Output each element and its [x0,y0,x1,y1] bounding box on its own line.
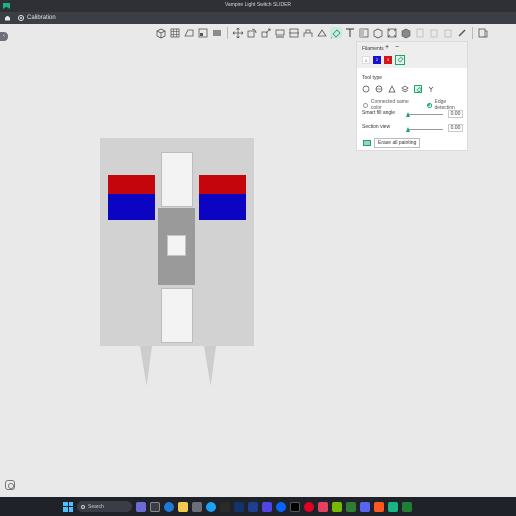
app-icon-6[interactable] [374,501,384,512]
smart-fill-angle-slider[interactable] [407,114,443,115]
task-view-icon[interactable] [150,501,160,512]
window-titlebar: Vampire Light Switch SLIDER [0,0,516,12]
instagram-icon[interactable] [318,501,328,512]
sphere-tool-icon[interactable] [375,85,383,93]
right-red-band [199,175,246,194]
section-view-input[interactable]: 0.00 [448,124,463,132]
smart-fill-angle-label: Smart fill angle [362,110,396,116]
move-icon[interactable] [232,27,244,39]
triangle-tool-icon[interactable] [388,85,396,93]
premiere-icon[interactable] [248,501,258,512]
layers-icon[interactable] [211,27,223,39]
calibration-icon [18,15,24,21]
app-icon-1[interactable] [192,501,202,512]
photoshop-icon[interactable] [234,501,244,512]
filaments-label: Filaments [362,46,384,52]
text-icon[interactable] [344,27,356,39]
filament-swatch-3[interactable]: 3 [384,56,392,64]
app-icon-2[interactable] [206,501,216,512]
scale-icon[interactable] [260,27,272,39]
slider-window [167,235,186,256]
app-icon-5[interactable] [346,501,356,512]
search-icon [81,504,85,509]
cut-icon[interactable] [288,27,300,39]
filament-swatch-2[interactable]: 2 [373,56,381,64]
pinterest-icon[interactable] [304,501,314,512]
nvidia-icon[interactable] [332,501,342,512]
toolbar-separator [472,27,473,39]
main-toolbar [155,25,516,41]
light-switch-model[interactable] [100,138,254,346]
app-icon-3[interactable] [220,501,230,512]
lower-slot [161,288,193,343]
lay-on-face-icon[interactable] [274,27,286,39]
reset-view-icon[interactable] [5,480,15,490]
add-icon[interactable] [155,27,167,39]
sidebar-collapse-tab[interactable]: ‹ [0,32,8,41]
tab-calibration-label: Calibration [27,15,56,21]
tool-type-label: Tool type [362,75,383,81]
grid-icon[interactable] [169,27,181,39]
height-range-tool-icon[interactable] [401,85,409,93]
color-paint-icon[interactable] [330,27,342,39]
upper-slot [161,152,193,207]
bambu-studio-icon[interactable] [388,501,398,512]
toolbar-separator [227,27,228,39]
tab-bar: Calibration [0,12,516,24]
windows-start-icon[interactable] [63,501,73,512]
home-tab[interactable] [5,14,10,22]
paste-icon[interactable] [442,27,454,39]
section-view-slider[interactable] [407,129,443,130]
section-view-label: Section view [362,124,391,130]
smart-fill-angle-input[interactable]: 0.00 [448,110,463,118]
right-blue-band [199,194,246,220]
split-objects-icon[interactable] [386,27,398,39]
taskbar: Search [0,497,516,516]
file-explorer-icon[interactable] [178,501,188,512]
facebook-icon[interactable] [276,501,286,512]
connected-same-color-radio[interactable] [363,102,368,108]
discord-icon[interactable] [360,501,370,512]
copilot-icon[interactable] [136,501,146,512]
erase-icon [363,140,371,146]
edge-detection-radio[interactable] [426,102,432,108]
app-icon-4[interactable] [262,501,272,512]
filaments-section: Filaments + − 1 2 3 [357,42,467,68]
more-icon[interactable] [477,27,489,39]
arrange-icon[interactable] [197,27,209,39]
color-painting-panel: Filaments + − 1 2 3 Tool type Connected … [356,41,468,151]
tool-type-row [362,84,462,94]
filament-swatch-1[interactable]: 1 [362,56,370,64]
support-paint-icon[interactable] [302,27,314,39]
delete-icon[interactable] [456,27,468,39]
auto-orient-icon[interactable] [183,27,195,39]
taskbar-search-placeholder: Search [88,503,104,510]
excel-icon[interactable] [402,501,412,512]
paint-bucket-icon[interactable] [395,55,405,65]
erase-all-painting-button[interactable]: Erase all painting [374,138,421,148]
fill-tool-icon[interactable] [414,85,422,93]
edge-browser-icon[interactable] [164,501,174,512]
left-blue-band [108,194,155,220]
variable-layer-icon[interactable] [414,27,426,39]
seam-paint-icon[interactable] [316,27,328,39]
taskbar-items: Search [63,501,412,512]
remove-filament-button[interactable]: − [395,44,399,51]
tab-calibration[interactable]: Calibration [18,14,56,22]
measure-icon[interactable] [358,27,370,39]
x-icon[interactable] [290,501,300,512]
home-icon [5,15,10,21]
taskbar-search[interactable]: Search [77,501,132,512]
rotate-icon[interactable] [246,27,258,39]
left-red-band [108,175,155,194]
gap-fill-tool-icon[interactable] [427,85,435,93]
copy-icon[interactable] [428,27,440,39]
assembly-icon[interactable] [372,27,384,39]
window-title: Vampire Light Switch SLIDER [224,2,292,8]
split-parts-icon[interactable] [400,27,412,39]
slider-piece [158,208,195,285]
add-filament-button[interactable]: + [385,44,389,51]
circle-tool-icon[interactable] [362,85,370,93]
